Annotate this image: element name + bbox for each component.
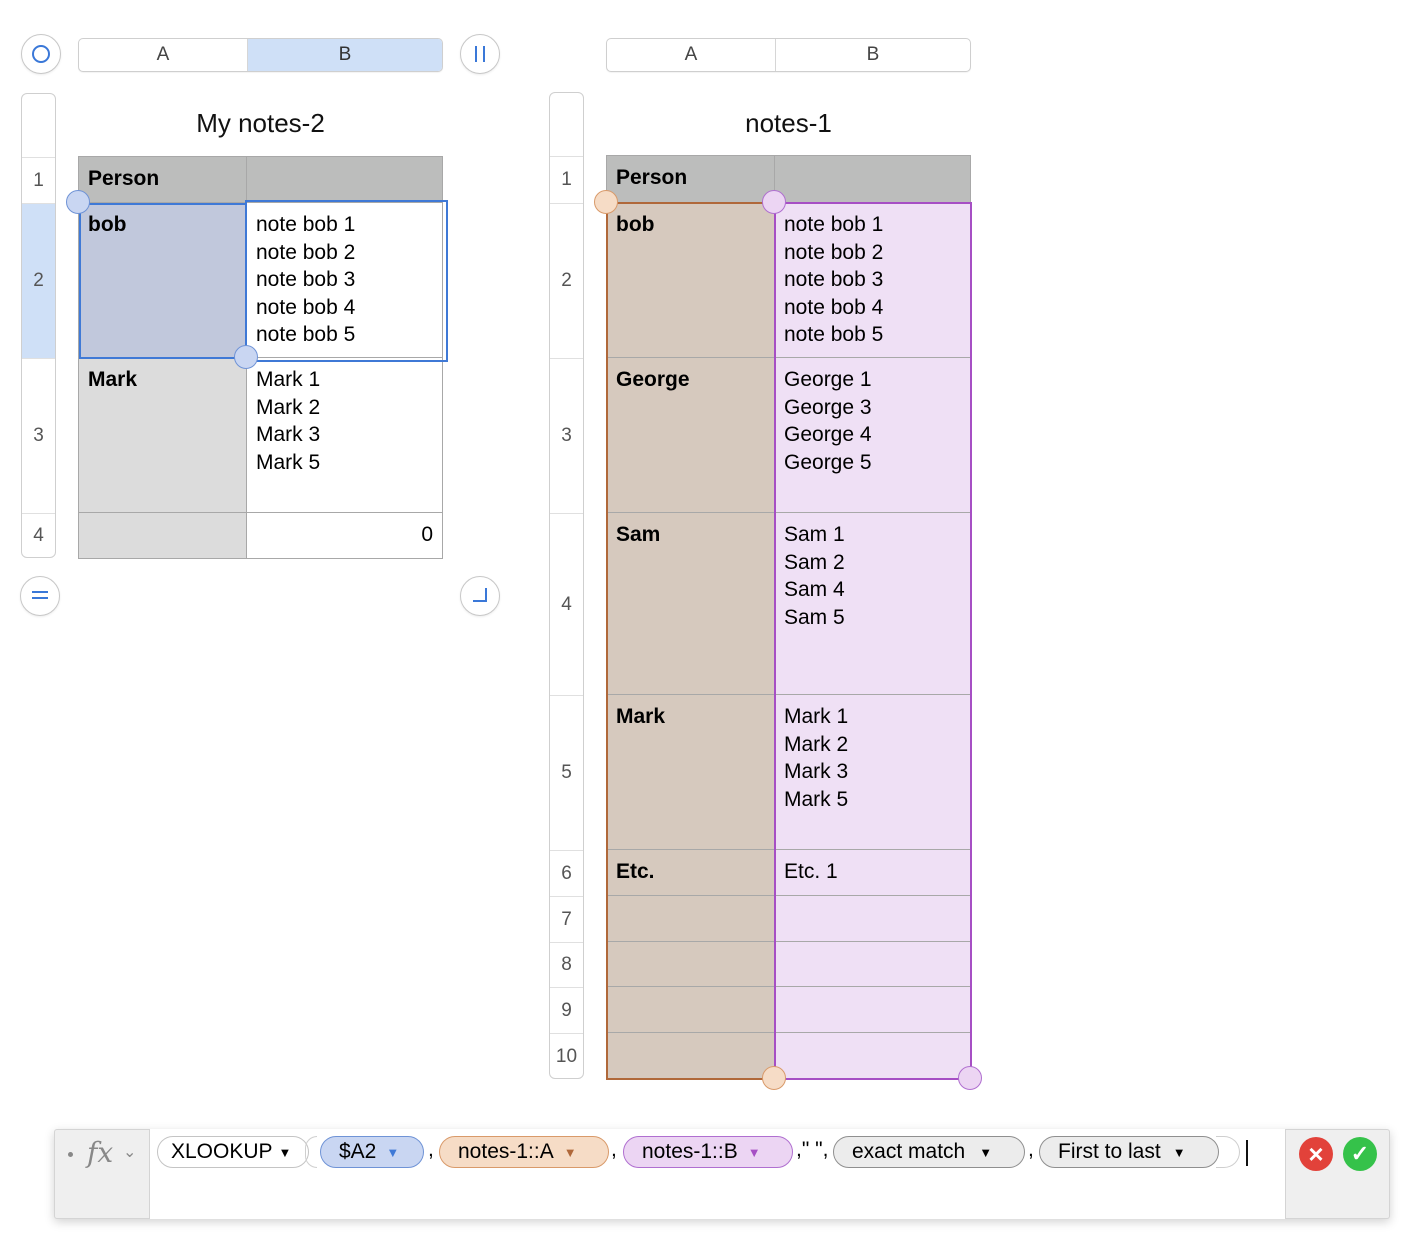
argument-bracket-close xyxy=(1216,1136,1240,1168)
corner-resize-icon xyxy=(473,588,487,602)
row-header-3[interactable]: 3 xyxy=(550,358,583,513)
cell-B4[interactable]: 0 xyxy=(247,513,443,559)
left-column-header-bar: A B xyxy=(78,38,443,72)
formula-input[interactable]: XLOOKUP ▼ $A2 ▼ , notes-1::A ▼ , notes-1… xyxy=(149,1129,1286,1219)
left-row-header-bar: 1 2 3 4 xyxy=(21,93,56,558)
checkmark-icon: ✓ xyxy=(1350,1141,1370,1166)
row-header-10[interactable]: 10 xyxy=(550,1033,583,1079)
right-column-header-b[interactable]: B xyxy=(775,39,970,71)
separator: , xyxy=(611,1138,617,1161)
text-cursor xyxy=(1246,1140,1248,1166)
cell-B1[interactable] xyxy=(247,157,443,203)
row-header-4[interactable]: 4 xyxy=(22,513,55,558)
row-handle-icon xyxy=(32,591,48,599)
right-row-header-bar: 1 2 3 4 5 6 7 8 9 10 xyxy=(549,92,584,1079)
notes-a-dropdown-icon: ▼ xyxy=(563,1144,577,1160)
function-dropdown-icon: ▼ xyxy=(278,1144,292,1160)
row-header-4[interactable]: 4 xyxy=(550,513,583,695)
separator: , xyxy=(428,1138,434,1161)
notes-a-reference-token[interactable]: notes-1::A ▼ xyxy=(439,1136,609,1168)
notes-b-reference-token[interactable]: notes-1::B ▼ xyxy=(623,1136,793,1168)
notes-a-handle-bottom[interactable] xyxy=(762,1066,786,1090)
notes-b-dropdown-icon: ▼ xyxy=(747,1144,761,1160)
row-header-1[interactable]: 1 xyxy=(550,156,583,203)
accept-formula-button[interactable]: ✓ xyxy=(1343,1137,1377,1171)
match-mode-token[interactable]: exact match ▼ xyxy=(833,1136,1025,1168)
a2-reference-handle-top[interactable] xyxy=(66,190,90,214)
right-table-title: notes-1 xyxy=(745,108,832,138)
search-mode-label: First to last xyxy=(1058,1140,1161,1163)
argument-bracket xyxy=(305,1136,317,1168)
notes-b-reference-label: notes-1::B xyxy=(642,1140,738,1163)
add-row-handle[interactable] xyxy=(20,576,60,616)
function-name: XLOOKUP xyxy=(171,1140,273,1163)
row-header-2[interactable]: 2 xyxy=(22,203,55,358)
drag-dot-icon[interactable] xyxy=(68,1152,73,1157)
row-header-7[interactable]: 7 xyxy=(550,896,583,942)
notes-b-handle-bottom[interactable] xyxy=(958,1066,982,1090)
chevron-down-icon[interactable]: ⌄ xyxy=(123,1142,136,1162)
separator: , xyxy=(822,1138,829,1161)
cell-B3[interactable]: Mark 1 Mark 2 Mark 3 Mark 5 xyxy=(247,358,443,513)
cell-A1[interactable]: Person xyxy=(79,157,247,203)
notes-b-reference-outline xyxy=(774,202,972,1080)
search-mode-token[interactable]: First to last ▼ xyxy=(1039,1136,1219,1168)
function-token[interactable]: XLOOKUP ▼ xyxy=(157,1136,309,1168)
row-header-8[interactable]: 8 xyxy=(550,942,583,987)
cell-B1[interactable] xyxy=(775,156,971,203)
add-column-handle[interactable] xyxy=(460,34,500,74)
row-header-5[interactable]: 5 xyxy=(550,695,583,850)
cell-A4[interactable] xyxy=(79,513,247,559)
separator: , xyxy=(1028,1138,1034,1161)
cancel-formula-button[interactable]: × xyxy=(1299,1137,1333,1171)
notes-b-handle-top[interactable] xyxy=(762,190,786,214)
column-handle-icon xyxy=(475,46,485,62)
left-table-title: My notes-2 xyxy=(196,108,325,138)
row-header-2[interactable]: 2 xyxy=(550,203,583,358)
circle-icon xyxy=(32,45,50,63)
a2-reference-label: $A2 xyxy=(339,1140,377,1163)
left-column-header-a[interactable]: A xyxy=(79,39,247,71)
row-header-9[interactable]: 9 xyxy=(550,987,583,1033)
fx-icon[interactable]: fx xyxy=(87,1136,113,1169)
close-icon: × xyxy=(1308,1139,1324,1169)
right-column-header-a[interactable]: A xyxy=(607,39,775,71)
row-header-3[interactable]: 3 xyxy=(22,358,55,513)
row-header-6[interactable]: 6 xyxy=(550,850,583,896)
notes-a-reference-outline xyxy=(606,202,776,1080)
a2-reference-handle-bottom[interactable] xyxy=(234,345,258,369)
search-mode-dropdown-icon: ▼ xyxy=(1172,1144,1186,1160)
literal-text: " " xyxy=(801,1138,823,1161)
match-mode-label: exact match xyxy=(852,1140,966,1163)
cell-A3[interactable]: Mark xyxy=(79,358,247,513)
selected-cell-outline xyxy=(245,200,448,362)
row-header-1[interactable]: 1 xyxy=(22,157,55,203)
cell-A1[interactable]: Person xyxy=(607,156,775,203)
empty-string-literal[interactable]: ," ", xyxy=(796,1138,828,1162)
formula-editor: fx ⌄ XLOOKUP ▼ $A2 ▼ , notes-1::A ▼ , no… xyxy=(54,1129,1390,1219)
notes-a-handle-top[interactable] xyxy=(594,190,618,214)
notes-a-reference-label: notes-1::A xyxy=(458,1140,554,1163)
table-select-handle[interactable] xyxy=(21,34,61,74)
match-mode-dropdown-icon: ▼ xyxy=(979,1144,993,1160)
a2-dropdown-icon: ▼ xyxy=(386,1144,400,1160)
a2-reference-token[interactable]: $A2 ▼ xyxy=(320,1136,424,1168)
a2-reference-outline xyxy=(79,203,247,359)
right-column-header-bar: A B xyxy=(606,38,971,72)
left-table-grid: Person bob note bob 1 note bob 2 note bo… xyxy=(78,156,448,559)
left-column-header-b[interactable]: B xyxy=(247,39,442,71)
resize-table-handle[interactable] xyxy=(460,576,500,616)
right-table-grid: Person bob note bob 1 note bob 2 note bo… xyxy=(606,155,972,1080)
